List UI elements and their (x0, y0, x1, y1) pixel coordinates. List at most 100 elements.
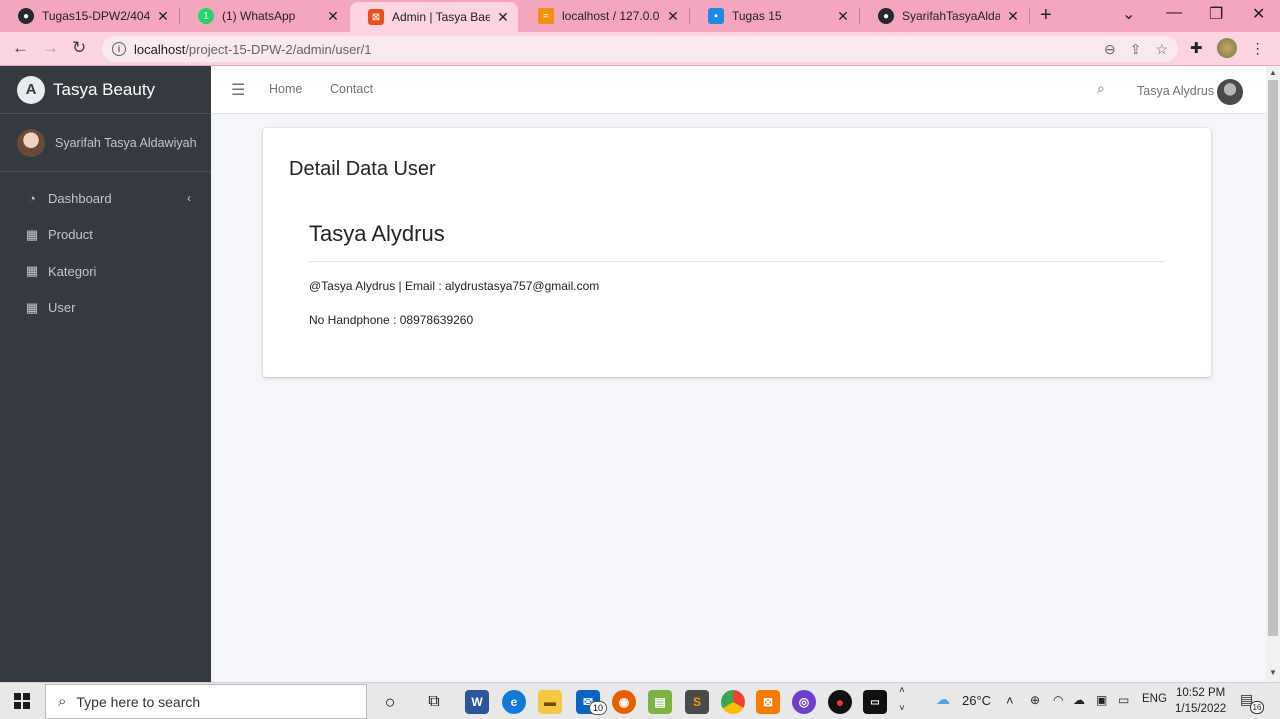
whatsapp-icon: 1 (198, 8, 214, 24)
phpmyadmin-icon: ≈ (538, 8, 554, 24)
terminal-icon[interactable]: ▭ (863, 690, 887, 714)
extensions-icon[interactable]: ✚ (1190, 39, 1203, 57)
weather-icon[interactable]: ☁ (936, 691, 950, 708)
browser-tabstrip: ● Tugas15-DPW2/404.bl ✕ 1 (1) WhatsApp ✕… (0, 0, 1280, 32)
address-bar[interactable]: i localhost/project-15-DPW-2/admin/user/… (102, 36, 1178, 62)
user-detail-card: Detail Data User Tasya Alydrus @Tasya Al… (263, 128, 1211, 377)
onedrive-icon[interactable]: ☁ (1073, 693, 1085, 707)
winrar-icon[interactable]: ▤ (648, 690, 672, 714)
scroll-down-icon[interactable]: ▼ (1269, 668, 1277, 677)
url-path: /project-15-DPW-2/admin/user/1 (185, 41, 372, 57)
sidebar: A Tasya Beauty Syarifah Tasya Aldawiyah … (0, 66, 211, 682)
close-icon[interactable]: ✕ (666, 8, 680, 25)
avatar[interactable] (1217, 79, 1243, 105)
tab-phpmyadmin[interactable]: ≈ localhost / 127.0.0.1 / ✕ (520, 2, 688, 30)
close-icon[interactable]: ✕ (836, 8, 850, 25)
sidebar-item-product[interactable]: ▦ Product (0, 217, 211, 254)
taskbar-clock[interactable]: 10:52 PM 1/15/2022 (1175, 685, 1226, 717)
scroll-up-icon[interactable]: ▲ (1269, 68, 1277, 77)
close-window-button[interactable]: ✕ (1252, 4, 1265, 24)
browser-toolbar: ← → ↻ i localhost/project-15-DPW-2/admin… (0, 32, 1280, 66)
grid-icon: ▦ (25, 299, 39, 315)
header-user-name[interactable]: Tasya Alydrus (1137, 84, 1214, 98)
tab-github-404[interactable]: ● Tugas15-DPW2/404.bl ✕ (0, 2, 178, 30)
notification-badge: 16 (1250, 701, 1264, 714)
scrollbar[interactable]: ▲ ▼ (1266, 66, 1280, 682)
brand-link[interactable]: A Tasya Beauty (0, 66, 211, 114)
sidebar-item-dashboard[interactable]: ◔ Dashboard ‹ (0, 180, 211, 217)
wifi-icon[interactable]: ◠ (1053, 693, 1063, 707)
dashboard-icon: ◔ (28, 190, 36, 206)
content-wrapper: Detail Data User Tasya Alydrus @Tasya Al… (211, 114, 1266, 682)
chevron-up-icon[interactable]: ˄ (899, 685, 905, 696)
divider (309, 261, 1165, 262)
tab-github-profile[interactable]: ● SyarifahTasyaAldawiya ✕ (860, 2, 1028, 30)
nav-home[interactable]: Home (269, 82, 302, 96)
xampp-icon: ⊠ (368, 9, 384, 25)
avatar (17, 128, 45, 157)
sublime-text-icon[interactable]: S (685, 690, 709, 714)
user-panel[interactable]: Syarifah Tasya Aldawiyah (0, 114, 211, 172)
page-title: Detail Data User (289, 158, 436, 180)
scrollbar-thumb[interactable] (1268, 80, 1278, 636)
classroom-icon: ▪ (708, 8, 724, 24)
sidebar-item-label: Kategori (48, 263, 97, 279)
firefox-icon[interactable]: ◉ (612, 690, 636, 714)
tab-admin[interactable]: ⊠ Admin | Tasya Baeuty ✕ (350, 2, 518, 32)
cortana-icon[interactable]: ○ (378, 690, 402, 714)
search-icon: ⌕ (58, 693, 67, 710)
sidebar-item-kategori[interactable]: ▦ Kategori (0, 253, 211, 290)
zoom-icon[interactable]: ⊖ (1104, 41, 1116, 58)
weather-temp[interactable]: 26°C (962, 693, 991, 708)
reload-icon[interactable]: ↻ (72, 38, 86, 58)
site-info-icon[interactable]: i (112, 42, 126, 56)
language-indicator[interactable]: ENG (1142, 693, 1167, 705)
search-icon[interactable]: ⌕ (1097, 80, 1105, 97)
meet-now-icon[interactable]: ⊕ (1030, 693, 1040, 707)
chrome-icon[interactable] (721, 690, 745, 714)
taskbar: ⌕ Type here to search ○ ⧉ W e ▬ ✉ 10 ◉ ▤… (0, 682, 1280, 719)
menu-icon[interactable]: ⋮ (1251, 40, 1265, 57)
sidebar-item-label: Dashboard (48, 190, 112, 206)
github-icon: ● (878, 8, 894, 24)
profile-name: Tasya Alydrus (309, 221, 445, 246)
time: 10:52 PM (1175, 687, 1226, 699)
chevron-down-icon[interactable]: ˅ (899, 703, 905, 714)
file-explorer-icon[interactable]: ▬ (538, 690, 562, 714)
taskbar-search-input[interactable]: ⌕ Type here to search (45, 684, 367, 719)
minimize-button[interactable]: — (1166, 4, 1182, 22)
task-view-icon[interactable]: ⧉ (422, 690, 446, 714)
xampp-icon[interactable]: ⊠ (756, 690, 780, 714)
close-icon[interactable]: ✕ (156, 8, 170, 25)
new-tab-button[interactable]: + (1040, 4, 1052, 27)
close-icon[interactable]: ✕ (496, 9, 510, 26)
forward-icon[interactable]: → (42, 38, 59, 58)
hamburger-icon[interactable]: ☰ (231, 80, 245, 100)
sidebar-item-label: User (48, 300, 76, 316)
battery-icon[interactable]: ▭ (1118, 693, 1129, 707)
user-email-line: @Tasya Alydrus | Email : alydrustasya757… (309, 279, 600, 293)
share-icon[interactable]: ⇪ (1130, 41, 1142, 58)
obs-record-icon[interactable]: ● (828, 690, 852, 714)
user-phone-line: No Handphone : 08978639260 (309, 313, 474, 327)
close-icon[interactable]: ✕ (1006, 8, 1020, 25)
edge-icon[interactable]: e (502, 690, 526, 714)
close-icon[interactable]: ✕ (326, 8, 340, 25)
sidebar-item-label: Product (48, 227, 93, 243)
tab-whatsapp[interactable]: 1 (1) WhatsApp ✕ (180, 2, 348, 30)
tab-search-icon[interactable]: ⌄ (1122, 4, 1135, 24)
date: 1/15/2022 (1175, 703, 1227, 715)
windows-start-icon[interactable] (14, 693, 30, 709)
word-icon[interactable]: W (465, 690, 489, 714)
back-icon[interactable]: ← (12, 38, 29, 58)
nav-contact[interactable]: Contact (330, 82, 373, 96)
restore-button[interactable]: ❐ (1209, 4, 1223, 24)
mail-badge: 10 (589, 701, 607, 715)
profile-avatar[interactable] (1216, 38, 1237, 58)
sidebar-item-user[interactable]: ▦ User (0, 290, 211, 327)
github-desktop-icon[interactable]: ◎ (792, 690, 816, 714)
tray-chevron-icon[interactable]: ˄ (1006, 693, 1014, 708)
tab-tugas15[interactable]: ▪ Tugas 15 ✕ (690, 2, 858, 30)
display-icon[interactable]: ▣ (1096, 693, 1107, 707)
bookmark-star-icon[interactable]: ☆ (1155, 41, 1168, 58)
